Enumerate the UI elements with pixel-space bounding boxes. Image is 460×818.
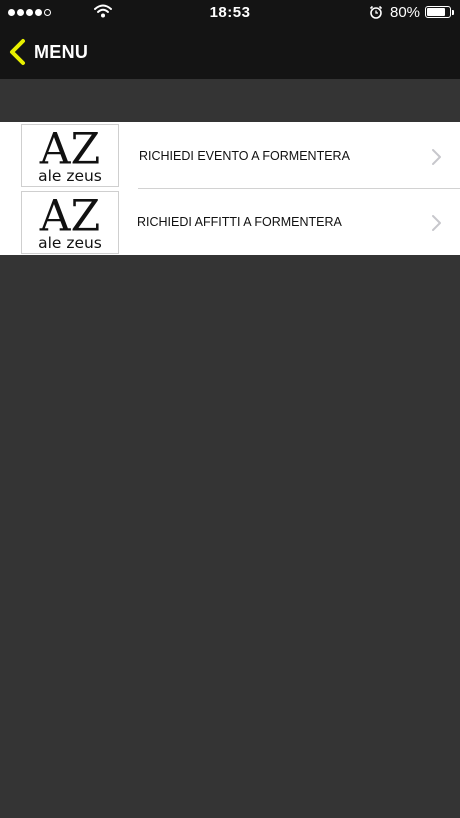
back-button[interactable]: MENU xyxy=(8,36,88,68)
chevron-right-icon xyxy=(432,149,441,165)
back-button-label: MENU xyxy=(34,41,89,62)
menu-item-label: RICHIEDI AFFITTI A FORMENTERA xyxy=(137,215,342,229)
battery-terminal xyxy=(452,10,454,15)
battery-percent: 80% xyxy=(390,4,421,21)
az-ale-zeus-logo: AZ ale zeus xyxy=(21,124,119,187)
az-ale-zeus-logo: AZ ale zeus xyxy=(21,191,119,254)
navigation-bar: MENU xyxy=(0,26,460,79)
chevron-left-icon xyxy=(10,39,25,65)
menu-item-richiedi-evento[interactable]: AZ ale zeus RICHIEDI EVENTO A FORMENTERA xyxy=(0,122,460,189)
status-bar: 18:53 80% xyxy=(0,0,460,26)
menu-item-label: RICHIEDI EVENTO A FORMENTERA xyxy=(139,148,350,163)
battery-level-fill xyxy=(427,8,445,16)
menu-item-richiedi-affitti[interactable]: AZ ale zeus RICHIEDI AFFITTI A FORMENTER… xyxy=(0,189,460,255)
battery-icon xyxy=(425,6,451,18)
chevron-right-icon xyxy=(432,215,441,231)
logo-small-text: ale zeus xyxy=(38,167,102,185)
logo-small-text: ale zeus xyxy=(38,234,102,252)
alarm-clock-icon xyxy=(369,5,383,19)
menu-list: AZ ale zeus RICHIEDI EVENTO A FORMENTERA… xyxy=(0,122,460,255)
